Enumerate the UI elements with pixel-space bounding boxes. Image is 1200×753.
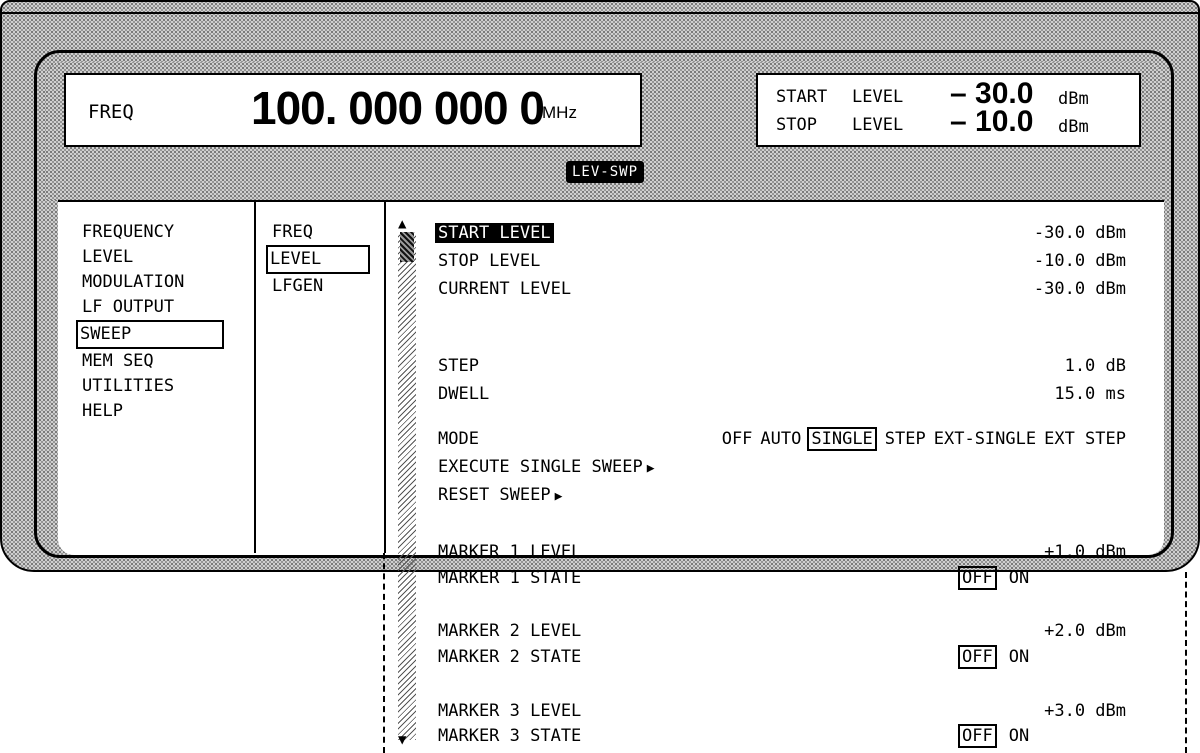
- scroll-up-icon[interactable]: ▲: [398, 216, 406, 232]
- param-label: MARKER 1 LEVEL: [438, 542, 582, 562]
- param-current-level[interactable]: CURRENT LEVEL -30.0 dBm: [438, 276, 1128, 302]
- param-label: MARKER 3 STATE: [438, 726, 582, 746]
- start-level-row: START LEVEL – 30.0 dBm: [776, 77, 1089, 110]
- action-label: RESET SWEEP: [438, 485, 551, 505]
- stop-level-value: – 10.0: [950, 105, 1034, 138]
- submenu-item-level[interactable]: LEVEL: [266, 245, 370, 274]
- param-marker3-level[interactable]: MARKER 3 LEVEL +3.0 dBm: [438, 698, 1128, 724]
- stop-level-unit: dBm: [1058, 117, 1089, 137]
- dashed-extension-right: [1185, 572, 1187, 753]
- dashed-extension-left: [383, 553, 385, 753]
- param-start-level[interactable]: START LEVEL -30.0 dBm: [435, 220, 1128, 246]
- menu-item-level[interactable]: LEVEL: [82, 245, 224, 270]
- marker3-state-toggle: OFF ON: [958, 723, 1029, 749]
- submenu-item-freq[interactable]: FREQ: [272, 220, 370, 245]
- param-dwell[interactable]: DWELL 15.0 ms: [438, 381, 1128, 407]
- param-marker2-state[interactable]: MARKER 2 STATE OFF ON: [438, 644, 1128, 670]
- start-label-b: LEVEL: [852, 87, 904, 107]
- param-label: MODE: [438, 429, 479, 449]
- state-on-option[interactable]: ON: [1009, 644, 1029, 670]
- state-off-option[interactable]: OFF: [958, 724, 997, 748]
- mode-option-auto[interactable]: AUTO: [760, 426, 801, 452]
- scrollbar-track[interactable]: [398, 232, 416, 740]
- reset-arrow-icon: ▶: [554, 489, 563, 504]
- param-label: CURRENT LEVEL: [438, 279, 572, 299]
- param-mode[interactable]: MODE OFF AUTO SINGLE STEP EXT-SINGLE EXT STEP: [438, 426, 1128, 452]
- param-value[interactable]: 1.0 dB: [1065, 353, 1126, 379]
- param-value[interactable]: +2.0 dBm: [1044, 618, 1126, 644]
- mode-option-step[interactable]: STEP: [885, 426, 926, 452]
- frequency-display: FREQ 100. 000 000 0 MHz: [64, 73, 642, 147]
- freq-value: 100. 000 000 0: [251, 82, 545, 134]
- scroll-down-icon[interactable]: ▼: [398, 732, 406, 748]
- scrollbar-thumb[interactable]: [400, 232, 414, 262]
- mode-status-tag: LEV-SWP: [566, 161, 645, 183]
- param-marker3-state[interactable]: MARKER 3 STATE OFF ON: [438, 723, 1128, 749]
- main-menu: FREQUENCY LEVEL MODULATION LF OUTPUT SWE…: [76, 220, 224, 424]
- param-label: STOP LEVEL: [438, 251, 541, 271]
- param-value[interactable]: +3.0 dBm: [1044, 698, 1126, 724]
- action-reset-sweep[interactable]: RESET SWEEP ▶: [438, 482, 1128, 508]
- menu-item-utilities[interactable]: UTILITIES: [82, 374, 224, 399]
- sub-menu: FREQ LEVEL LFGEN: [266, 220, 370, 299]
- mode-option-off[interactable]: OFF: [722, 426, 753, 452]
- param-label: MARKER 3 LEVEL: [438, 701, 582, 721]
- mode-option-single[interactable]: SINGLE: [807, 427, 877, 451]
- menu-item-lf-output[interactable]: LF OUTPUT: [82, 295, 224, 320]
- param-value[interactable]: +1.0 dBm: [1044, 539, 1126, 565]
- param-label: MARKER 2 LEVEL: [438, 621, 582, 641]
- submenu-item-lfgen[interactable]: LFGEN: [272, 274, 370, 299]
- stop-label-a: STOP: [776, 115, 817, 135]
- menu-item-sweep[interactable]: SWEEP: [76, 320, 224, 349]
- menu-item-frequency[interactable]: FREQUENCY: [82, 220, 224, 245]
- state-off-option[interactable]: OFF: [958, 566, 997, 590]
- column-divider: [384, 200, 386, 553]
- marker2-state-toggle: OFF ON: [958, 644, 1029, 670]
- menu-item-modulation[interactable]: MODULATION: [82, 270, 224, 295]
- state-off-option[interactable]: OFF: [958, 645, 997, 669]
- stop-level-row: STOP LEVEL – 10.0 dBm: [776, 105, 1089, 138]
- param-label: MARKER 1 STATE: [438, 568, 582, 588]
- start-level-unit: dBm: [1058, 89, 1089, 109]
- level-display: START LEVEL – 30.0 dBm STOP LEVEL – 10.0 d…: [756, 73, 1141, 147]
- column-divider: [254, 200, 256, 553]
- stop-label-b: LEVEL: [852, 115, 904, 135]
- freq-label: FREQ: [88, 101, 134, 123]
- param-label: MARKER 2 STATE: [438, 647, 582, 667]
- param-label: START LEVEL: [435, 223, 554, 243]
- param-value[interactable]: 15.0 ms: [1054, 381, 1126, 407]
- param-marker1-state[interactable]: MARKER 1 STATE OFF ON: [438, 565, 1128, 591]
- start-label-a: START: [776, 87, 828, 107]
- mode-options: OFF AUTO SINGLE STEP EXT-SINGLE EXT STEP: [714, 426, 1126, 452]
- action-label: EXECUTE SINGLE SWEEP: [438, 457, 643, 477]
- mode-option-ext-single[interactable]: EXT-SINGLE: [934, 426, 1036, 452]
- param-value: -30.0 dBm: [1033, 279, 1126, 299]
- mode-option-ext-step[interactable]: EXT STEP: [1044, 426, 1126, 452]
- param-marker2-level[interactable]: MARKER 2 LEVEL +2.0 dBm: [438, 618, 1128, 644]
- param-value[interactable]: -30.0 dBm: [1034, 220, 1126, 246]
- param-stop-level[interactable]: STOP LEVEL -10.0 dBm: [438, 248, 1128, 274]
- param-marker1-level[interactable]: MARKER 1 LEVEL +1.0 dBm: [438, 539, 1128, 565]
- param-label: STEP: [438, 356, 479, 376]
- marker1-state-toggle: OFF ON: [958, 565, 1029, 591]
- param-label: DWELL: [438, 384, 490, 404]
- freq-unit: MHz: [542, 103, 577, 122]
- state-on-option[interactable]: ON: [1009, 723, 1029, 749]
- param-step[interactable]: STEP 1.0 dB: [438, 353, 1128, 379]
- param-value[interactable]: -10.0 dBm: [1034, 248, 1126, 274]
- menu-item-help[interactable]: HELP: [82, 399, 224, 424]
- menu-item-mem-seq[interactable]: MEM SEQ: [82, 349, 224, 374]
- state-on-option[interactable]: ON: [1009, 565, 1029, 591]
- execute-arrow-icon: ▶: [646, 461, 655, 476]
- action-execute-single-sweep[interactable]: EXECUTE SINGLE SWEEP ▶: [438, 454, 1128, 480]
